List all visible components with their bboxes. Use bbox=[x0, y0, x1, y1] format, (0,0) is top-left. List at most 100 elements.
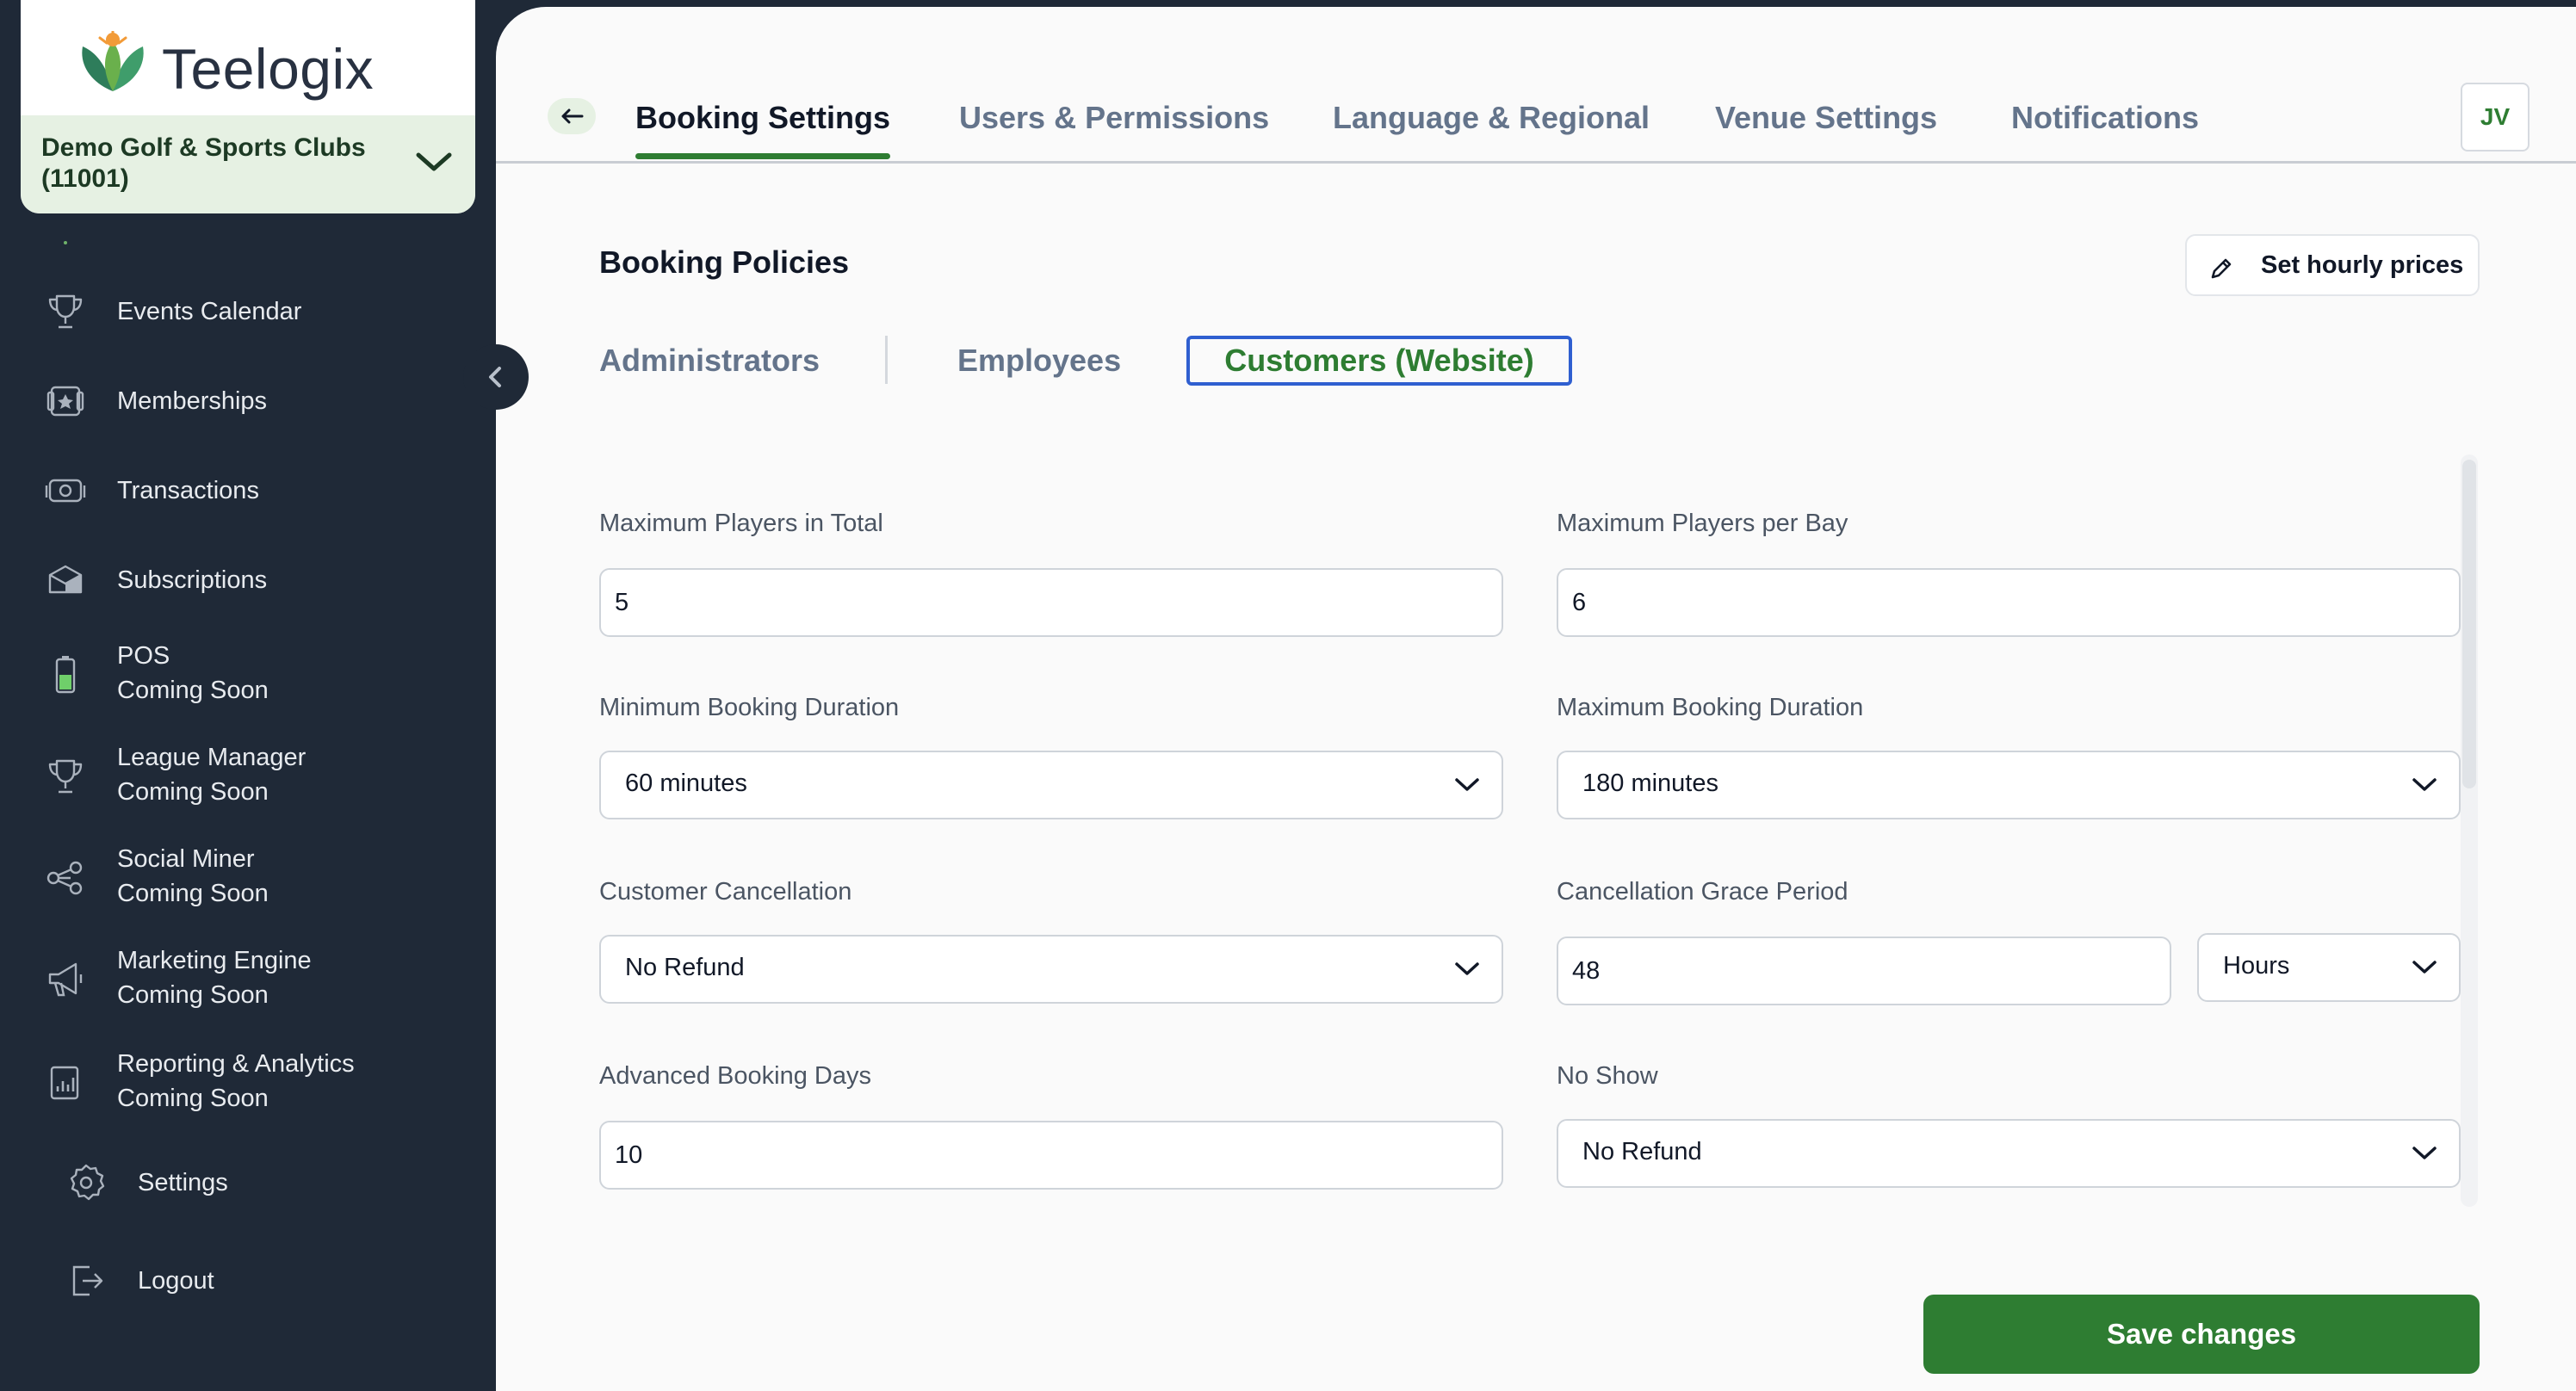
grace-period-field bbox=[1557, 937, 2171, 1005]
sidebar-item-label: Subscriptions bbox=[117, 566, 268, 594]
sidebar-item-transactions[interactable]: Transactions bbox=[0, 468, 465, 513]
coming-soon-label: Coming Soon bbox=[117, 880, 269, 907]
trophy-icon bbox=[48, 294, 83, 329]
max-duration-value: 180 minutes bbox=[1582, 770, 1718, 797]
tab-users-permissions[interactable]: Users & Permissions bbox=[959, 100, 1269, 136]
gear-icon bbox=[70, 1164, 105, 1201]
sidebar-item-label: Memberships bbox=[117, 387, 268, 415]
sidebar-item-label: Events Calendar bbox=[117, 298, 302, 325]
sidebar-item-subscriptions[interactable]: Subscriptions bbox=[0, 558, 465, 603]
min-duration-label: Minimum Booking Duration bbox=[599, 694, 900, 721]
no-show-select[interactable]: No Refund bbox=[1557, 1119, 2461, 1188]
tab-language-regional[interactable]: Language & Regional bbox=[1333, 100, 1650, 136]
sidebar-item-logout[interactable]: Logout bbox=[0, 1258, 465, 1303]
chevron-down-icon bbox=[2412, 1147, 2437, 1159]
max-duration-select[interactable]: 180 minutes bbox=[1557, 751, 2461, 819]
max-players-total-label: Maximum Players in Total bbox=[599, 510, 883, 537]
sidebar: Teelogix Demo Golf & Sports Clubs (11001… bbox=[0, 0, 496, 1391]
org-name: Demo Golf & Sports Clubs (11001) bbox=[41, 133, 366, 193]
sidebar-item-label: Settings bbox=[138, 1169, 228, 1196]
sidebar-item-league-manager[interactable]: League Manager Coming Soon bbox=[0, 742, 465, 811]
logo: Teelogix bbox=[21, 0, 475, 115]
min-duration-select[interactable]: 60 minutes bbox=[599, 751, 1503, 819]
grace-period-label: Cancellation Grace Period bbox=[1557, 878, 1848, 906]
scroll-indicator-dot bbox=[64, 241, 67, 244]
customer-cancellation-value: No Refund bbox=[625, 954, 745, 981]
sidebar-collapse-button[interactable] bbox=[463, 344, 529, 410]
max-players-bay-field bbox=[1557, 568, 2461, 637]
sidebar-item-label: League Manager bbox=[117, 744, 307, 771]
tab-booking-settings[interactable]: Booking Settings bbox=[635, 100, 890, 136]
sidebar-item-reporting-analytics[interactable]: Reporting & Analytics Coming Soon bbox=[0, 1048, 465, 1117]
pencil-icon bbox=[2211, 258, 2232, 279]
subtab-administrators[interactable]: Administrators bbox=[599, 343, 820, 379]
sidebar-item-label: Reporting & Analytics bbox=[117, 1050, 355, 1078]
back-button[interactable] bbox=[548, 98, 596, 134]
arrow-left-icon bbox=[561, 108, 584, 124]
grace-period-unit-value: Hours bbox=[2223, 952, 2290, 980]
advanced-days-field bbox=[599, 1121, 1503, 1190]
trophy-icon bbox=[48, 759, 83, 794]
chevron-down-icon bbox=[2412, 778, 2437, 791]
chevron-down-icon bbox=[416, 152, 452, 171]
set-hourly-prices-button[interactable]: Set hourly prices bbox=[2185, 234, 2480, 296]
advanced-days-label: Advanced Booking Days bbox=[599, 1062, 871, 1090]
page-title: Booking Policies bbox=[599, 244, 850, 280]
sidebar-item-label: POS bbox=[117, 642, 170, 670]
grace-period-input[interactable] bbox=[1572, 938, 2156, 1004]
megaphone-icon bbox=[48, 962, 83, 997]
subscription-box-icon bbox=[48, 565, 83, 594]
sidebar-item-label: Logout bbox=[138, 1267, 214, 1295]
form-scrollbar-thumb[interactable] bbox=[2462, 460, 2476, 788]
main-panel: Booking Settings Users & Permissions Lan… bbox=[496, 7, 2576, 1391]
max-players-total-field bbox=[599, 568, 1503, 637]
sidebar-item-pos[interactable]: POS Coming Soon bbox=[0, 640, 465, 709]
membership-card-icon bbox=[46, 386, 84, 417]
max-players-bay-label: Maximum Players per Bay bbox=[1557, 510, 1848, 537]
customer-cancellation-label: Customer Cancellation bbox=[599, 878, 852, 906]
coming-soon-label: Coming Soon bbox=[117, 1085, 269, 1112]
coming-soon-label: Coming Soon bbox=[117, 677, 269, 704]
org-selector[interactable]: Demo Golf & Sports Clubs (11001) bbox=[21, 115, 475, 213]
subtab-divider bbox=[885, 336, 888, 384]
sidebar-item-label: Transactions bbox=[117, 477, 259, 504]
sidebar-item-label: Marketing Engine bbox=[117, 947, 312, 974]
grace-period-unit-select[interactable]: Hours bbox=[2197, 933, 2461, 1002]
coming-soon-label: Coming Soon bbox=[117, 981, 269, 1009]
sidebar-item-memberships[interactable]: Memberships bbox=[0, 379, 465, 423]
max-players-bay-input[interactable] bbox=[1572, 570, 2445, 635]
org-card: Teelogix Demo Golf & Sports Clubs (11001… bbox=[21, 0, 475, 213]
no-show-value: No Refund bbox=[1582, 1138, 1702, 1165]
subtab-employees[interactable]: Employees bbox=[957, 343, 1121, 379]
report-chart-icon bbox=[50, 1066, 79, 1100]
sidebar-item-settings[interactable]: Settings bbox=[0, 1160, 465, 1205]
chevron-down-icon bbox=[1455, 778, 1479, 791]
chevron-down-icon bbox=[2412, 961, 2437, 974]
set-hourly-prices-label: Set hourly prices bbox=[2261, 251, 2464, 279]
max-players-total-input[interactable] bbox=[615, 570, 1488, 635]
active-tab-indicator bbox=[635, 153, 890, 159]
share-nodes-icon bbox=[46, 861, 83, 895]
chevron-down-icon bbox=[1455, 962, 1479, 975]
logout-icon bbox=[72, 1265, 103, 1296]
sidebar-item-social-miner[interactable]: Social Miner Coming Soon bbox=[0, 844, 465, 912]
customer-cancellation-select[interactable]: No Refund bbox=[599, 935, 1503, 1004]
tab-venue-settings[interactable]: Venue Settings bbox=[1715, 100, 1937, 136]
chevron-left-icon bbox=[489, 367, 501, 387]
sidebar-item-events-calendar[interactable]: Events Calendar bbox=[0, 289, 465, 334]
sidebar-item-marketing-engine[interactable]: Marketing Engine Coming Soon bbox=[0, 945, 465, 1014]
sidebar-item-label: Social Miner bbox=[117, 845, 255, 873]
avatar[interactable]: JV bbox=[2461, 83, 2530, 151]
coming-soon-label: Coming Soon bbox=[117, 778, 269, 806]
money-icon bbox=[45, 479, 86, 503]
advanced-days-input[interactable] bbox=[615, 1122, 1488, 1188]
battery-icon bbox=[55, 656, 76, 694]
brand-name: Teelogix bbox=[162, 37, 375, 101]
settings-tabs: Booking Settings Users & Permissions Lan… bbox=[496, 7, 2576, 164]
tab-notifications[interactable]: Notifications bbox=[2011, 100, 2199, 136]
max-duration-label: Maximum Booking Duration bbox=[1557, 694, 1864, 721]
teelogix-logo-icon bbox=[82, 31, 144, 91]
save-changes-button[interactable]: Save changes bbox=[1923, 1295, 2480, 1374]
subtab-customers-website[interactable]: Customers (Website) bbox=[1186, 336, 1572, 386]
min-duration-value: 60 minutes bbox=[625, 770, 747, 797]
